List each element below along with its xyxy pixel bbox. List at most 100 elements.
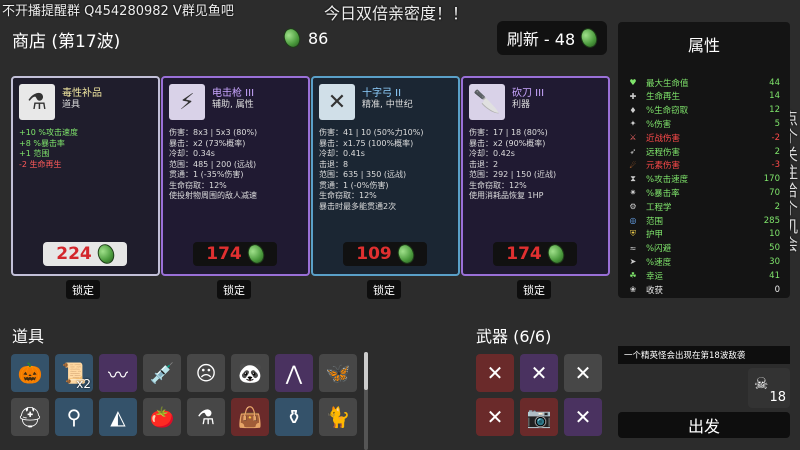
shop-card-2[interactable]: ⚡ 电击枪 III 辅助, 属性 伤害：8x3 | 5x3 (80%) 暴击：x…: [161, 76, 310, 276]
item-slot[interactable]: ☹: [187, 354, 225, 392]
item-slot[interactable]: 💉: [143, 354, 181, 392]
attribute-label: 范围: [646, 216, 664, 227]
attribute-value: -3: [771, 160, 780, 171]
attribute-row: ✷ %暴击率 70: [628, 187, 780, 199]
attribute-label: 收获: [646, 285, 664, 296]
material-icon: [544, 241, 567, 267]
material-icon: [394, 241, 417, 267]
attribute-value: 2: [774, 201, 780, 212]
item-quantity: x2: [76, 377, 91, 391]
material-icon: [281, 25, 303, 51]
attribute-value: 12: [769, 105, 780, 116]
elite-wave-indicator: ☠ 18: [748, 368, 790, 408]
item-slot[interactable]: ⚲: [55, 398, 93, 436]
item-slot[interactable]: ⋀: [275, 354, 313, 392]
price: 224: [56, 244, 92, 264]
item-slot[interactable]: 📜 x2: [55, 354, 93, 392]
buy-button[interactable]: 109: [343, 241, 427, 267]
armor-icon: ⛨: [630, 229, 636, 239]
shop-card-3[interactable]: ✕ 十字弓 II 精准, 中世纪 伤害：41 | 10 (50%力10%) 暴击…: [311, 76, 460, 276]
lock-button[interactable]: 锁定: [217, 280, 251, 299]
item-slot[interactable]: ⚗: [187, 398, 225, 436]
attribute-row: ⛨ 护甲 10: [628, 229, 780, 240]
attribute-label: %生命窃取: [646, 106, 689, 117]
item-slot[interactable]: ◭: [99, 398, 137, 436]
scarf-icon: 〰: [108, 362, 128, 387]
buy-button[interactable]: 224: [43, 241, 127, 267]
panda-icon: 🐼: [237, 361, 263, 385]
buy-button[interactable]: 174: [493, 241, 577, 267]
mortar-icon: ⚗: [19, 84, 55, 120]
attribute-row: ➶ 远程伤害 2: [628, 146, 780, 158]
weapon-slot[interactable]: ✕: [476, 398, 514, 436]
item-slot[interactable]: 👜: [231, 398, 269, 436]
card-subtitle: 辅助, 属性: [212, 100, 254, 110]
crit-icon: ✷: [629, 188, 637, 198]
speed-icon: ➤: [629, 257, 637, 267]
item-slot[interactable]: 🐈: [319, 398, 357, 436]
attribute-label: 工程学: [646, 202, 672, 213]
crossbow-icon: ✕: [486, 405, 504, 429]
attribute-row: ◎ 范围 285: [628, 215, 781, 227]
items-scroll-thumb[interactable]: [364, 352, 368, 390]
attribute-label: %攻击速度: [646, 175, 689, 186]
item-slot[interactable]: 🎃: [11, 354, 49, 392]
weapon-slot[interactable]: 📷: [520, 398, 558, 436]
weapon-slot[interactable]: ✕: [564, 354, 602, 392]
attribute-value: 44: [769, 77, 780, 88]
attribute-row: ☄ 元素伤害 -3: [628, 160, 780, 171]
attribute-label: 护甲: [646, 230, 664, 241]
attributes-title: 属性: [687, 36, 720, 55]
weapon-slot[interactable]: ✕: [520, 354, 558, 392]
go-button[interactable]: 出发: [618, 412, 790, 438]
range-icon: ◎: [629, 216, 637, 225]
shop-card-4[interactable]: 🔪 砍刀 III 利器 伤害：17 | 18 (80%) 暴击：x2 (90%概…: [461, 76, 610, 276]
attribute-row: ⚙ 工程学 2: [628, 201, 780, 213]
elite-notice: 一个精英怪会出现在第18波敌袭: [618, 346, 790, 364]
attribute-value: 5: [774, 118, 780, 129]
syringe-icon: 💉: [149, 361, 175, 385]
attribute-label: %伤害: [646, 119, 672, 130]
material-icon: [578, 25, 601, 51]
item-slot[interactable]: ⚱: [275, 398, 313, 436]
attribute-row: ⚔ 近战伤害 -2: [628, 132, 780, 144]
item-slot[interactable]: 〰: [99, 354, 137, 392]
attribute-value: 70: [769, 187, 780, 198]
attribute-label: 生命再生: [646, 92, 681, 103]
dodge-icon: ≈: [629, 243, 637, 253]
attribute-label: %速度: [646, 257, 672, 268]
weapons-title: 武器 (6/6): [476, 327, 552, 346]
weapon-slot[interactable]: ✕: [564, 398, 602, 436]
lock-button[interactable]: 锁定: [367, 280, 401, 299]
item-slot[interactable]: 🦋: [319, 354, 357, 392]
item-slot[interactable]: ⛑: [11, 398, 49, 436]
attribute-row: ☘ 幸运 41: [628, 270, 780, 282]
camera-icon: 📷: [526, 405, 552, 429]
buy-button[interactable]: 174: [193, 241, 277, 267]
shop-card-1[interactable]: ⚗ 毒性补品 道具 +10 %攻击速度 +8 %暴击率 +1 范围 -2 生命再…: [11, 76, 160, 276]
item-slot[interactable]: 🍅: [143, 398, 181, 436]
crossbow-icon: ✕: [486, 361, 504, 385]
attribute-value: 14: [769, 91, 780, 102]
card-stats: 伤害：17 | 18 (80%) 暴击：x2 (90%概率) 冷却：0.42s …: [469, 128, 557, 200]
reroll-button[interactable]: 刷新 - 48: [497, 21, 607, 55]
card-subtitle: 精准, 中世纪: [362, 100, 413, 110]
attack-speed-icon: ⧗: [630, 174, 636, 184]
card-stats: 伤害：8x3 | 5x3 (80%) 暴击：x2 (73%概率) 冷却：0.34…: [169, 128, 258, 200]
attribute-value: 285: [763, 215, 780, 226]
attribute-label: %暴击率: [646, 188, 680, 199]
attribute-value: 0: [774, 284, 780, 295]
attribute-row: ≈ %闪避 50: [628, 243, 780, 254]
damage-icon: ✦: [629, 119, 637, 129]
skull-icon: ☠: [754, 374, 769, 393]
lamp-icon: ⚲: [66, 405, 82, 429]
mortar-icon: ⚗: [197, 405, 215, 429]
items-title: 道具: [12, 327, 45, 346]
ranged-icon: ➶: [629, 147, 637, 156]
lock-button[interactable]: 锁定: [66, 280, 100, 299]
lock-button[interactable]: 锁定: [517, 280, 551, 299]
item-slot[interactable]: 🐼: [231, 354, 269, 392]
weapon-slot[interactable]: ✕: [476, 354, 514, 392]
attribute-row: ✚ 生命再生 14: [628, 91, 780, 102]
tomato-icon: 🍅: [149, 405, 175, 429]
